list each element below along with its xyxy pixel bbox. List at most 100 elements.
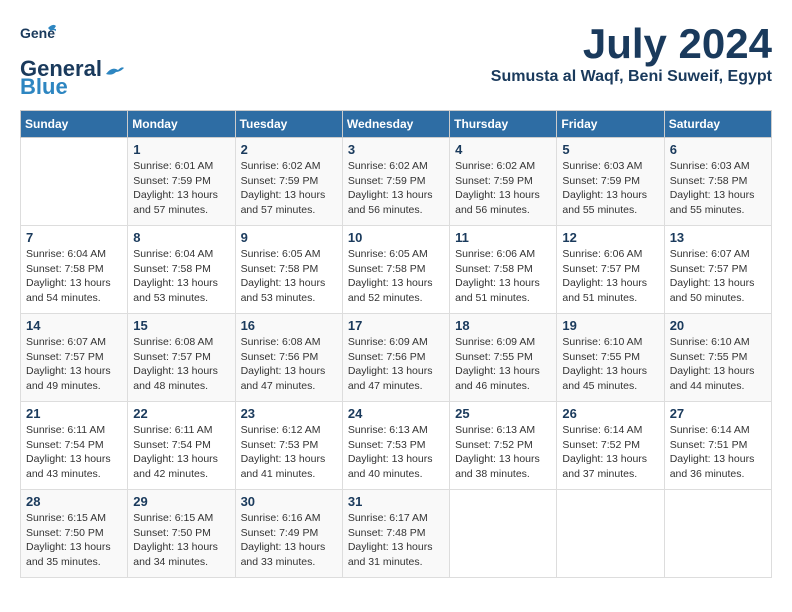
logo-bird-icon bbox=[103, 64, 125, 78]
day-number: 19 bbox=[562, 318, 658, 333]
calendar-cell: 25 Sunrise: 6:13 AM Sunset: 7:52 PM Dayl… bbox=[450, 402, 557, 490]
day-info: Sunrise: 6:15 AM Sunset: 7:50 PM Dayligh… bbox=[26, 512, 111, 568]
calendar-cell: 11 Sunrise: 6:06 AM Sunset: 7:58 PM Dayl… bbox=[450, 226, 557, 314]
calendar-cell: 29 Sunrise: 6:15 AM Sunset: 7:50 PM Dayl… bbox=[128, 490, 235, 578]
calendar-cell: 7 Sunrise: 6:04 AM Sunset: 7:58 PM Dayli… bbox=[21, 226, 128, 314]
day-number: 11 bbox=[455, 230, 551, 245]
calendar-cell: 18 Sunrise: 6:09 AM Sunset: 7:55 PM Dayl… bbox=[450, 314, 557, 402]
calendar-cell: 24 Sunrise: 6:13 AM Sunset: 7:53 PM Dayl… bbox=[342, 402, 449, 490]
day-info: Sunrise: 6:07 AM Sunset: 7:57 PM Dayligh… bbox=[26, 336, 111, 392]
day-number: 9 bbox=[241, 230, 337, 245]
day-number: 12 bbox=[562, 230, 658, 245]
day-info: Sunrise: 6:02 AM Sunset: 7:59 PM Dayligh… bbox=[455, 160, 540, 216]
calendar-cell: 28 Sunrise: 6:15 AM Sunset: 7:50 PM Dayl… bbox=[21, 490, 128, 578]
day-info: Sunrise: 6:16 AM Sunset: 7:49 PM Dayligh… bbox=[241, 512, 326, 568]
title-block: July 2024 Sumusta al Waqf, Beni Suweif, … bbox=[491, 20, 772, 86]
calendar-cell: 16 Sunrise: 6:08 AM Sunset: 7:56 PM Dayl… bbox=[235, 314, 342, 402]
day-number: 30 bbox=[241, 494, 337, 509]
calendar-cell: 23 Sunrise: 6:12 AM Sunset: 7:53 PM Dayl… bbox=[235, 402, 342, 490]
weekday-header: Sunday bbox=[21, 111, 128, 138]
calendar-cell: 31 Sunrise: 6:17 AM Sunset: 7:48 PM Dayl… bbox=[342, 490, 449, 578]
weekday-header: Tuesday bbox=[235, 111, 342, 138]
weekday-header: Monday bbox=[128, 111, 235, 138]
calendar-cell: 15 Sunrise: 6:08 AM Sunset: 7:57 PM Dayl… bbox=[128, 314, 235, 402]
calendar-cell: 14 Sunrise: 6:07 AM Sunset: 7:57 PM Dayl… bbox=[21, 314, 128, 402]
calendar-cell: 3 Sunrise: 6:02 AM Sunset: 7:59 PM Dayli… bbox=[342, 138, 449, 226]
day-info: Sunrise: 6:13 AM Sunset: 7:52 PM Dayligh… bbox=[455, 424, 540, 480]
day-number: 16 bbox=[241, 318, 337, 333]
day-number: 13 bbox=[670, 230, 766, 245]
calendar-cell: 30 Sunrise: 6:16 AM Sunset: 7:49 PM Dayl… bbox=[235, 490, 342, 578]
day-number: 29 bbox=[133, 494, 229, 509]
day-number: 6 bbox=[670, 142, 766, 157]
location-title: Sumusta al Waqf, Beni Suweif, Egypt bbox=[491, 68, 772, 86]
day-info: Sunrise: 6:10 AM Sunset: 7:55 PM Dayligh… bbox=[670, 336, 755, 392]
calendar-week-row: 28 Sunrise: 6:15 AM Sunset: 7:50 PM Dayl… bbox=[21, 490, 772, 578]
calendar-cell: 9 Sunrise: 6:05 AM Sunset: 7:58 PM Dayli… bbox=[235, 226, 342, 314]
day-info: Sunrise: 6:14 AM Sunset: 7:51 PM Dayligh… bbox=[670, 424, 755, 480]
weekday-header: Thursday bbox=[450, 111, 557, 138]
day-info: Sunrise: 6:02 AM Sunset: 7:59 PM Dayligh… bbox=[241, 160, 326, 216]
day-info: Sunrise: 6:05 AM Sunset: 7:58 PM Dayligh… bbox=[348, 248, 433, 304]
calendar-week-row: 21 Sunrise: 6:11 AM Sunset: 7:54 PM Dayl… bbox=[21, 402, 772, 490]
day-info: Sunrise: 6:06 AM Sunset: 7:57 PM Dayligh… bbox=[562, 248, 647, 304]
day-number: 4 bbox=[455, 142, 551, 157]
day-number: 18 bbox=[455, 318, 551, 333]
weekday-header: Saturday bbox=[664, 111, 771, 138]
day-info: Sunrise: 6:17 AM Sunset: 7:48 PM Dayligh… bbox=[348, 512, 433, 568]
calendar-cell: 13 Sunrise: 6:07 AM Sunset: 7:57 PM Dayl… bbox=[664, 226, 771, 314]
day-number: 2 bbox=[241, 142, 337, 157]
calendar-cell: 19 Sunrise: 6:10 AM Sunset: 7:55 PM Dayl… bbox=[557, 314, 664, 402]
day-number: 7 bbox=[26, 230, 122, 245]
day-info: Sunrise: 6:08 AM Sunset: 7:56 PM Dayligh… bbox=[241, 336, 326, 392]
day-number: 17 bbox=[348, 318, 444, 333]
logo-blue: Blue bbox=[20, 74, 68, 100]
calendar-cell: 10 Sunrise: 6:05 AM Sunset: 7:58 PM Dayl… bbox=[342, 226, 449, 314]
calendar-cell: 17 Sunrise: 6:09 AM Sunset: 7:56 PM Dayl… bbox=[342, 314, 449, 402]
day-number: 15 bbox=[133, 318, 229, 333]
calendar-table: SundayMondayTuesdayWednesdayThursdayFrid… bbox=[20, 110, 772, 578]
day-number: 14 bbox=[26, 318, 122, 333]
calendar-cell: 5 Sunrise: 6:03 AM Sunset: 7:59 PM Dayli… bbox=[557, 138, 664, 226]
day-info: Sunrise: 6:07 AM Sunset: 7:57 PM Dayligh… bbox=[670, 248, 755, 304]
calendar-week-row: 7 Sunrise: 6:04 AM Sunset: 7:58 PM Dayli… bbox=[21, 226, 772, 314]
day-info: Sunrise: 6:06 AM Sunset: 7:58 PM Dayligh… bbox=[455, 248, 540, 304]
calendar-cell: 12 Sunrise: 6:06 AM Sunset: 7:57 PM Dayl… bbox=[557, 226, 664, 314]
logo-icon: General bbox=[20, 20, 56, 56]
day-number: 10 bbox=[348, 230, 444, 245]
calendar-cell: 27 Sunrise: 6:14 AM Sunset: 7:51 PM Dayl… bbox=[664, 402, 771, 490]
calendar-cell bbox=[21, 138, 128, 226]
day-number: 25 bbox=[455, 406, 551, 421]
day-info: Sunrise: 6:03 AM Sunset: 7:58 PM Dayligh… bbox=[670, 160, 755, 216]
day-number: 24 bbox=[348, 406, 444, 421]
day-number: 3 bbox=[348, 142, 444, 157]
calendar-cell: 6 Sunrise: 6:03 AM Sunset: 7:58 PM Dayli… bbox=[664, 138, 771, 226]
calendar-week-row: 14 Sunrise: 6:07 AM Sunset: 7:57 PM Dayl… bbox=[21, 314, 772, 402]
day-number: 22 bbox=[133, 406, 229, 421]
day-info: Sunrise: 6:02 AM Sunset: 7:59 PM Dayligh… bbox=[348, 160, 433, 216]
calendar-cell: 2 Sunrise: 6:02 AM Sunset: 7:59 PM Dayli… bbox=[235, 138, 342, 226]
day-number: 27 bbox=[670, 406, 766, 421]
day-number: 23 bbox=[241, 406, 337, 421]
day-number: 28 bbox=[26, 494, 122, 509]
day-info: Sunrise: 6:09 AM Sunset: 7:55 PM Dayligh… bbox=[455, 336, 540, 392]
calendar-cell: 8 Sunrise: 6:04 AM Sunset: 7:58 PM Dayli… bbox=[128, 226, 235, 314]
page-header: General General Blue July 2024 Sumusta a… bbox=[20, 20, 772, 100]
day-number: 8 bbox=[133, 230, 229, 245]
day-info: Sunrise: 6:12 AM Sunset: 7:53 PM Dayligh… bbox=[241, 424, 326, 480]
day-info: Sunrise: 6:01 AM Sunset: 7:59 PM Dayligh… bbox=[133, 160, 218, 216]
day-number: 26 bbox=[562, 406, 658, 421]
calendar-cell: 22 Sunrise: 6:11 AM Sunset: 7:54 PM Dayl… bbox=[128, 402, 235, 490]
day-number: 31 bbox=[348, 494, 444, 509]
day-number: 5 bbox=[562, 142, 658, 157]
day-number: 21 bbox=[26, 406, 122, 421]
day-info: Sunrise: 6:13 AM Sunset: 7:53 PM Dayligh… bbox=[348, 424, 433, 480]
day-info: Sunrise: 6:04 AM Sunset: 7:58 PM Dayligh… bbox=[26, 248, 111, 304]
day-info: Sunrise: 6:03 AM Sunset: 7:59 PM Dayligh… bbox=[562, 160, 647, 216]
day-info: Sunrise: 6:14 AM Sunset: 7:52 PM Dayligh… bbox=[562, 424, 647, 480]
logo: General General Blue bbox=[20, 20, 125, 100]
calendar-header-row: SundayMondayTuesdayWednesdayThursdayFrid… bbox=[21, 111, 772, 138]
calendar-cell: 21 Sunrise: 6:11 AM Sunset: 7:54 PM Dayl… bbox=[21, 402, 128, 490]
day-number: 1 bbox=[133, 142, 229, 157]
month-title: July 2024 bbox=[491, 20, 772, 68]
